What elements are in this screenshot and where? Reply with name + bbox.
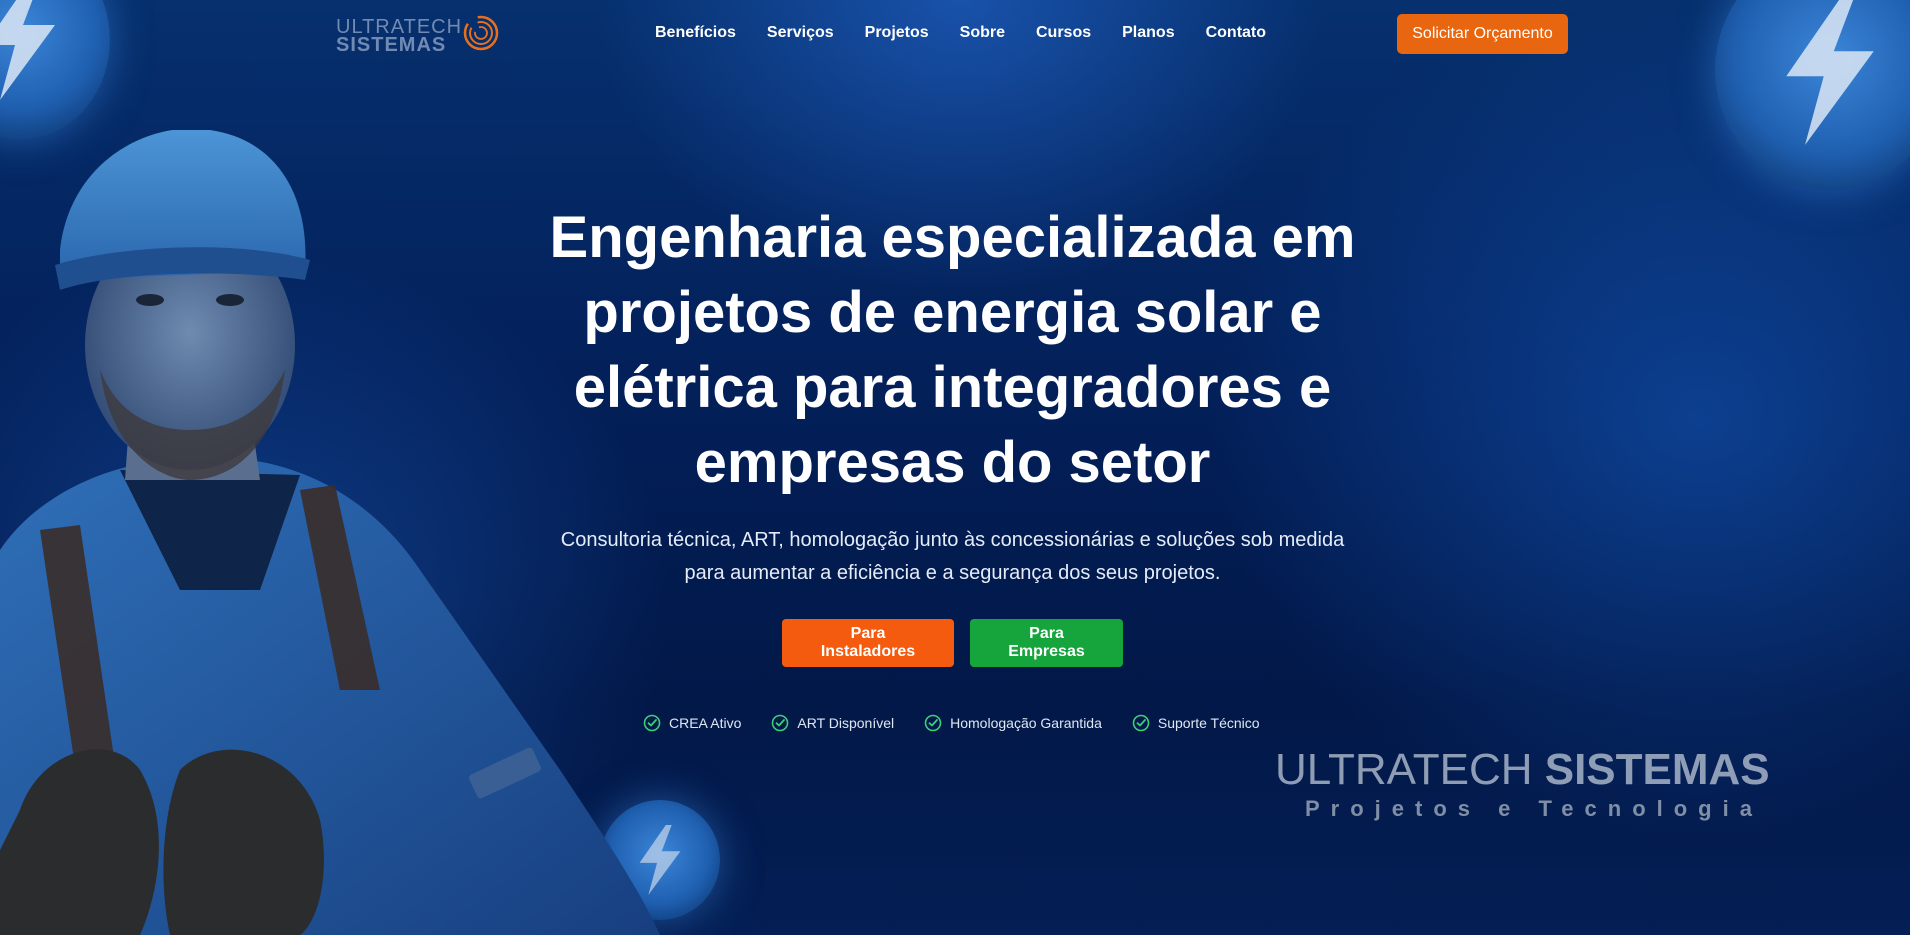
nav-link-planos[interactable]: Planos xyxy=(1122,24,1174,42)
badge-label: Homologação Garantida xyxy=(950,715,1102,731)
top-navigation: ULTRATECH SISTEMAS Benefícios Serviços P… xyxy=(0,0,1910,70)
request-quote-button[interactable]: Solicitar Orçamento xyxy=(1397,14,1568,54)
badge-suporte: Suporte Técnico xyxy=(1132,714,1260,732)
nav-link-contato[interactable]: Contato xyxy=(1206,24,1266,42)
check-circle-icon xyxy=(1132,714,1150,732)
check-circle-icon xyxy=(924,714,942,732)
nav-link-servicos[interactable]: Serviços xyxy=(767,24,834,42)
hero-section: ULTRATECH SISTEMAS Benefícios Serviços P… xyxy=(0,0,1910,935)
watermark-title-light: ULTRATECH xyxy=(1275,745,1545,794)
check-circle-icon xyxy=(772,714,789,732)
feature-badges: CREA Ativo ART Disponível Homologação Ga… xyxy=(643,714,1260,732)
hero-buttons: Para Instaladores Para Empresas xyxy=(782,619,1123,667)
hero-headline: Engenharia especializada em projetos de … xyxy=(549,205,1356,495)
hero-subtitle: Consultoria técnica, ART, homologação ju… xyxy=(560,529,1345,584)
company-logo[interactable]: ULTRATECH SISTEMAS xyxy=(336,14,501,56)
nav-link-sobre[interactable]: Sobre xyxy=(960,24,1005,42)
companies-button[interactable]: Para Empresas xyxy=(970,619,1123,667)
check-circle-icon xyxy=(643,714,661,732)
nav-link-beneficios[interactable]: Benefícios xyxy=(655,24,736,42)
watermark-title: ULTRATECH SISTEMAS xyxy=(1275,745,1770,795)
badge-crea: CREA Ativo xyxy=(643,714,741,732)
badge-art: ART Disponível xyxy=(771,714,894,732)
installers-button[interactable]: Para Instaladores xyxy=(782,619,954,667)
badge-label: Suporte Técnico xyxy=(1157,715,1260,731)
nav-link-cursos[interactable]: Cursos xyxy=(1036,24,1091,42)
nav-link-projetos[interactable]: Projetos xyxy=(865,24,929,42)
badge-label: ART Disponível xyxy=(797,715,895,731)
watermark-subtitle: Projetos e Tecnologia xyxy=(1305,796,1763,821)
watermark-title-bold: SISTEMAS xyxy=(1544,745,1770,794)
spiral-logo-icon xyxy=(463,15,499,51)
badge-homologacao: Homologação Garantida xyxy=(924,714,1102,732)
badge-label: CREA Ativo xyxy=(669,715,742,731)
nav-links: Benefícios Serviços Projetos Sobre Curso… xyxy=(655,24,1266,42)
logo-text-line2: SISTEMAS xyxy=(336,34,447,56)
